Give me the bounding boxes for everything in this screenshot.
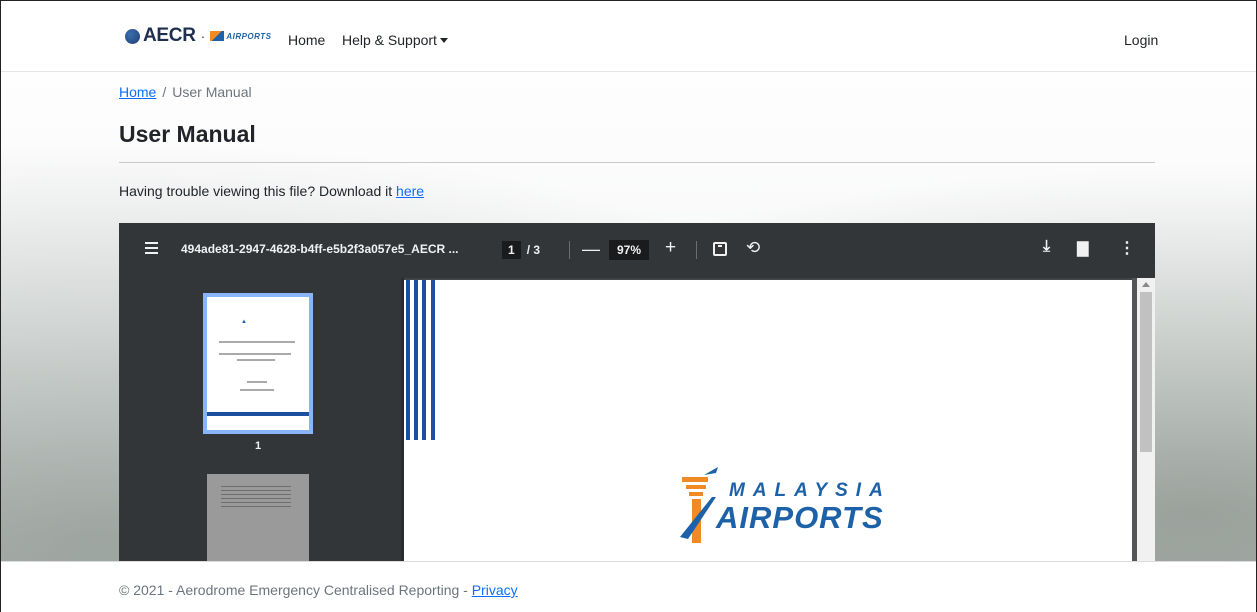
- thumbnail-line: [219, 353, 291, 355]
- thumbnail-sidebar: ▲ 1: [119, 278, 401, 561]
- footer-text: © 2021 - Aerodrome Emergency Centralised…: [119, 582, 518, 598]
- airport-logo-icon: [210, 31, 225, 41]
- pdf-toolbar: 494ade81-2947-4628-b4ff-e5b2f3a057e5_AEC…: [119, 223, 1155, 278]
- thumbnail-line: [247, 381, 267, 383]
- thumbnail-line: [221, 502, 291, 503]
- download-here-link[interactable]: here: [396, 183, 424, 199]
- logo-word-malaysia: MALAYSIA: [729, 480, 891, 501]
- page-thumbnail-2[interactable]: [207, 474, 309, 561]
- toolbar-divider: [569, 241, 570, 259]
- caret-down-icon: [439, 38, 448, 43]
- page-stripes: [404, 280, 444, 440]
- more-icon[interactable]: ⋮: [1119, 238, 1135, 258]
- page-footer: © 2021 - Aerodrome Emergency Centralised…: [1, 561, 1256, 612]
- logo-word-airports: AIRPORTS: [716, 500, 884, 535]
- nav-login-link[interactable]: Login: [1124, 32, 1158, 48]
- page-scrollbar[interactable]: [1137, 278, 1155, 561]
- malaysia-airports-mini-logo: AIRPORTS: [210, 31, 271, 41]
- thumbnail-band: [207, 412, 309, 416]
- thumbnail-line: [237, 359, 275, 361]
- thumbnail-line: [221, 486, 291, 487]
- print-icon[interactable]: ▇: [1077, 239, 1089, 257]
- thumbnail-1-label: 1: [255, 440, 262, 452]
- page-indicator: 1 / 3: [502, 240, 540, 260]
- tower-logo-icon: [680, 467, 718, 543]
- breadcrumb-home-link[interactable]: Home: [119, 84, 156, 100]
- pdf-viewer[interactable]: 494ade81-2947-4628-b4ff-e5b2f3a057e5_AEC…: [119, 223, 1155, 561]
- page-separator: /: [526, 243, 531, 257]
- malaysia-airports-logo: MALAYSIA AIRPORTS: [644, 445, 894, 545]
- footer-copyright: © 2021 - Aerodrome Emergency Centralised…: [119, 582, 472, 598]
- scrollbar-thumb[interactable]: [1140, 292, 1152, 452]
- brand-text: AECR: [143, 25, 196, 46]
- nav-help-label: Help & Support: [342, 32, 437, 48]
- total-pages: 3: [533, 243, 541, 257]
- thumbnail-line: [221, 494, 291, 495]
- zoom-out-icon[interactable]: —: [582, 239, 600, 260]
- rotate-icon[interactable]: ⟲: [746, 238, 760, 258]
- download-icon[interactable]: ⤓: [1043, 238, 1050, 256]
- scroll-up-icon[interactable]: [1142, 282, 1150, 287]
- brand-logo[interactable]: AECR · AIRPORTS: [125, 25, 272, 47]
- download-notice-text: Having trouble viewing this file? Downlo…: [119, 183, 397, 199]
- menu-icon[interactable]: [145, 242, 158, 254]
- globe-icon: [125, 28, 140, 44]
- brand-separator: ·: [200, 28, 206, 44]
- pdf-filename: 494ade81-2947-4628-b4ff-e5b2f3a057e5_AEC…: [181, 242, 459, 256]
- thumbnail-line: [221, 498, 291, 499]
- page-thumbnail-1[interactable]: ▲: [203, 293, 313, 434]
- thumbnail-line: [221, 490, 291, 491]
- breadcrumb-current: User Manual: [172, 84, 252, 100]
- pdf-page: MALAYSIA AIRPORTS: [404, 280, 1132, 561]
- nav-home-link[interactable]: Home: [288, 32, 325, 48]
- fit-page-icon[interactable]: [713, 242, 727, 256]
- title-divider: [119, 162, 1155, 163]
- page-title: User Manual: [119, 121, 256, 147]
- thumbnail-line: [221, 506, 291, 507]
- toolbar-divider: [696, 241, 697, 259]
- zoom-input[interactable]: 97%: [609, 240, 650, 260]
- thumbnail-logo: ▲: [241, 319, 247, 325]
- breadcrumb: Home / User Manual: [119, 84, 252, 100]
- top-navbar: AECR · AIRPORTS Home Help & Support Logi…: [1, 1, 1256, 72]
- brand-partner-text: AIRPORTS: [226, 31, 272, 41]
- privacy-link[interactable]: Privacy: [472, 582, 518, 598]
- thumbnail-line: [219, 341, 295, 343]
- nav-help-dropdown[interactable]: Help & Support: [342, 32, 448, 48]
- thumbnail-line: [240, 389, 274, 391]
- zoom-in-icon[interactable]: +: [665, 237, 676, 259]
- breadcrumb-separator: /: [162, 84, 167, 100]
- download-notice: Having trouble viewing this file? Downlo…: [119, 183, 424, 199]
- current-page-input[interactable]: 1: [502, 241, 521, 259]
